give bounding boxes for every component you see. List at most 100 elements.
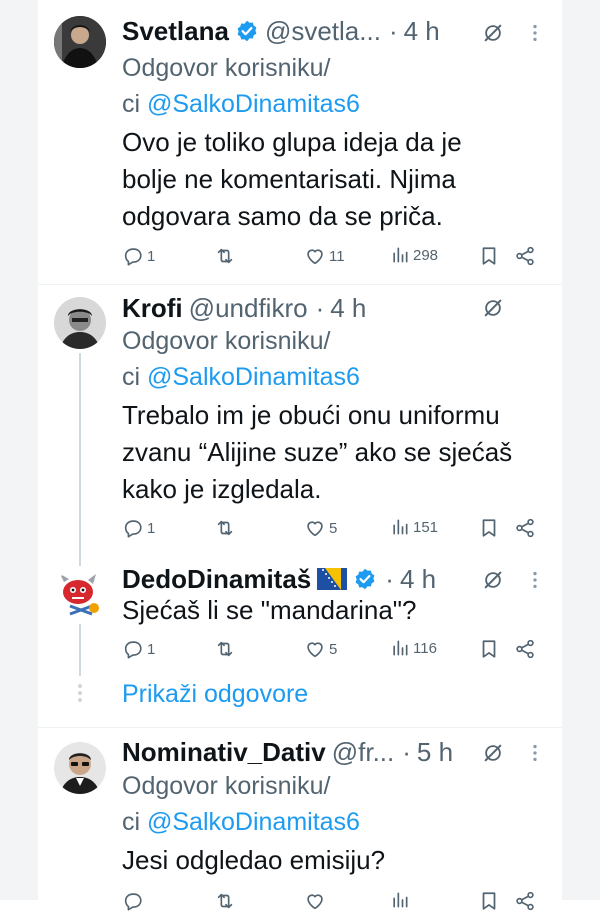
bookmark-icon (478, 638, 500, 660)
thread-line (79, 560, 81, 566)
user-handle[interactable]: @svetla... (265, 16, 381, 47)
heart-icon (304, 517, 326, 539)
tweet-text: Jesi odgledao emisiju? (122, 842, 542, 879)
tweet-text-line: Sjećaš li se "mandarina"? (122, 595, 417, 625)
verified-badge-icon (353, 567, 377, 591)
thread-line (79, 353, 81, 560)
retweet-button[interactable] (214, 638, 236, 660)
more-icon[interactable] (524, 742, 546, 764)
bookmark-button[interactable] (478, 638, 500, 660)
views-icon (390, 245, 410, 265)
like-count: 5 (329, 519, 338, 537)
grok-icon[interactable] (482, 22, 504, 44)
grok-icon[interactable] (482, 742, 504, 764)
like-button[interactable]: 11 (304, 245, 345, 267)
separator-dot: · (388, 15, 398, 46)
share-icon (514, 638, 536, 660)
reply-icon (122, 517, 144, 539)
views-button[interactable]: 298 (390, 245, 438, 265)
display-name[interactable]: Nominativ_Dativ (122, 737, 326, 768)
timestamp[interactable]: 4 h (330, 293, 366, 324)
retweet-icon (214, 638, 236, 660)
tweet-text: Ovo je toliko glupa ideja da je bolje ne… (122, 124, 542, 235)
reply-count: 1 (147, 247, 156, 265)
reply-button[interactable] (122, 890, 144, 912)
reply-button[interactable]: 1 (122, 638, 155, 660)
more-icon[interactable] (524, 22, 546, 44)
tweet-text: Sjećaš li se "mandarina"? (122, 592, 542, 629)
separator-dot: · (402, 736, 411, 767)
timestamp[interactable]: 4 h (404, 16, 440, 47)
views-button[interactable]: 151 (390, 517, 438, 537)
like-button[interactable] (304, 890, 326, 912)
retweet-button[interactable] (214, 245, 236, 267)
bookmark-button[interactable] (478, 517, 500, 539)
user-handle[interactable]: @undfikro (189, 293, 308, 324)
action-bar (122, 890, 552, 920)
reply-thread: Svetlana @svetla... · 4 h Odgovor korisn… (38, 0, 562, 900)
tweet-svetlana[interactable]: Svetlana @svetla... · 4 h Odgovor korisn… (38, 0, 562, 285)
avatar[interactable] (54, 742, 106, 794)
retweet-button[interactable] (214, 517, 236, 539)
tweet-krofi[interactable]: Krofi @undfikro · 4 h Odgovor korisniku/… (38, 285, 562, 560)
reply-context: Odgovor korisniku/ ci @SalkoDinamitas6 (122, 768, 462, 840)
tweet-dedodinamitas[interactable]: DedoDinamitaš · 4 h Sjećaš li se "mandar… (38, 560, 562, 730)
heart-icon (304, 638, 326, 660)
reply-count: 1 (147, 519, 156, 537)
views-icon (390, 517, 410, 537)
display-name[interactable]: Svetlana (122, 16, 229, 47)
action-bar: 1 11 298 (122, 245, 552, 275)
grok-icon[interactable] (482, 297, 504, 319)
more-icon[interactable] (524, 569, 546, 591)
retweet-icon (214, 517, 236, 539)
thread-continuation-dots (78, 684, 82, 705)
share-button[interactable] (514, 245, 536, 267)
like-button[interactable]: 5 (304, 638, 337, 660)
tweet-text-line: odgovara samo da se priča. (122, 201, 443, 231)
show-replies-link[interactable]: Prikaži odgovore (122, 680, 308, 709)
reply-button[interactable]: 1 (122, 245, 155, 267)
views-count: 298 (413, 246, 439, 264)
share-icon (514, 517, 536, 539)
like-button[interactable]: 5 (304, 517, 337, 539)
thread-line (79, 624, 81, 676)
views-button[interactable]: 116 (390, 638, 437, 658)
bookmark-icon (478, 245, 500, 267)
avatar[interactable] (54, 16, 106, 68)
views-button[interactable] (390, 890, 410, 910)
heart-icon (304, 245, 326, 267)
display-name[interactable]: DedoDinamitaš (122, 564, 311, 595)
timestamp[interactable]: 4 h (400, 564, 436, 595)
tweet-text: Trebalo im je obući onu uniformu zvanu “… (122, 397, 552, 508)
mention-link[interactable]: @SalkoDinamitas6 (147, 363, 360, 391)
user-handle[interactable]: @fr... (332, 737, 395, 768)
mention-link[interactable]: @SalkoDinamitas6 (147, 808, 360, 836)
grok-icon[interactable] (482, 569, 504, 591)
mention-link[interactable]: @SalkoDinamitas6 (147, 90, 360, 118)
avatar[interactable] (54, 297, 106, 349)
views-icon (390, 638, 410, 658)
share-button[interactable] (514, 638, 536, 660)
timestamp[interactable]: 5 h (417, 737, 453, 768)
reply-icon (122, 638, 144, 660)
share-icon (514, 890, 536, 912)
reply-prefix: Odgovor korisniku/ (122, 327, 331, 355)
reply-button[interactable]: 1 (122, 517, 155, 539)
tweet-text-line: kako je izgledala. (122, 474, 322, 504)
tweet-nominativ-dativ[interactable]: Nominativ_Dativ @fr... · 5 h Odgovor kor… (38, 728, 562, 900)
bookmark-button[interactable] (478, 890, 500, 912)
avatar[interactable] (54, 568, 106, 620)
like-count: 11 (329, 247, 345, 265)
bookmark-button[interactable] (478, 245, 500, 267)
retweet-icon (214, 245, 236, 267)
share-button[interactable] (514, 890, 536, 912)
display-name[interactable]: Krofi (122, 293, 183, 324)
heart-icon (304, 890, 326, 912)
views-count: 116 (413, 639, 437, 657)
views-icon (390, 890, 410, 910)
reply-ci: ci (122, 90, 147, 118)
share-button[interactable] (514, 517, 536, 539)
reply-context: Odgovor korisniku/ ci @SalkoDinamitas6 (122, 50, 462, 122)
retweet-button[interactable] (214, 890, 236, 912)
like-count: 5 (329, 640, 338, 658)
